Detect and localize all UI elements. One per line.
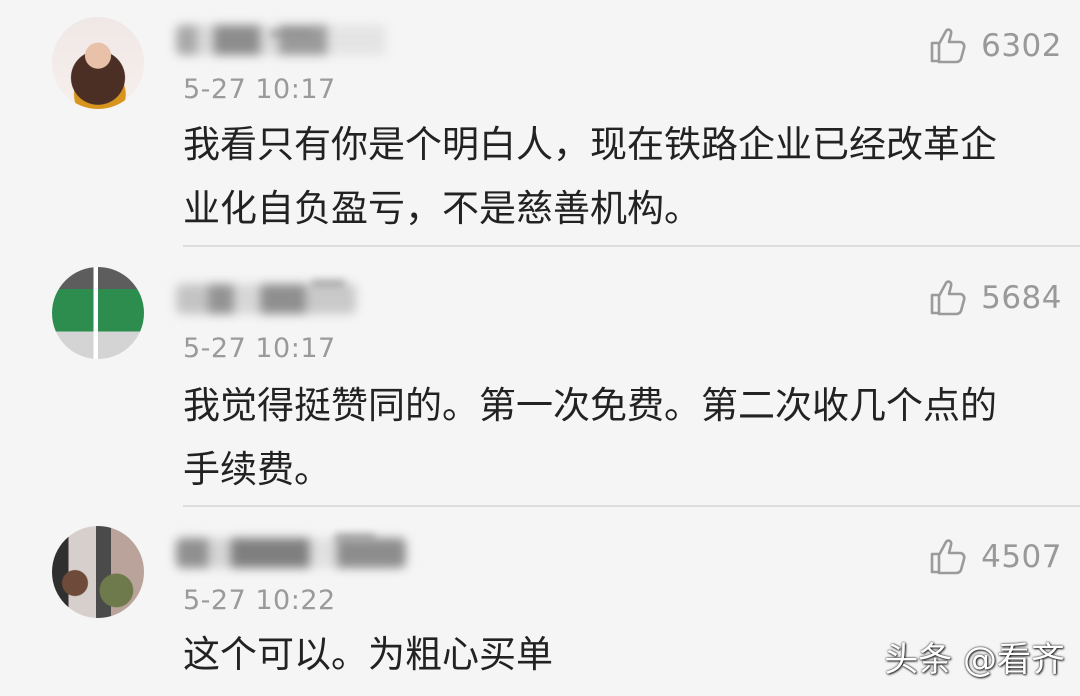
comment-divider bbox=[183, 245, 1080, 247]
user-avatar[interactable] bbox=[52, 17, 144, 109]
like-count: 6302 bbox=[981, 28, 1062, 64]
comment-time: 5-27 10:17 bbox=[183, 74, 336, 105]
like-button[interactable]: 5684 bbox=[927, 277, 1062, 319]
username-blur bbox=[176, 284, 356, 314]
username-blur-mark bbox=[311, 280, 345, 287]
comment-list: 5-27 10:17 我看只有你是个明白人，现在铁路企业已经改革企 业化自负盈亏… bbox=[0, 0, 1080, 696]
username-blur bbox=[176, 538, 406, 568]
comment-text: 我觉得挺赞同的。第一次免费。第二次收几个点的 手续费。 bbox=[183, 384, 997, 491]
like-count: 5684 bbox=[981, 280, 1062, 316]
username-blur-mark bbox=[335, 534, 375, 541]
user-avatar[interactable] bbox=[52, 267, 144, 359]
thumbs-up-icon bbox=[927, 26, 967, 66]
user-avatar[interactable] bbox=[52, 526, 144, 618]
like-button[interactable]: 4507 bbox=[927, 536, 1062, 578]
comment-text: 我看只有你是个明白人，现在铁路企业已经改革企 业化自负盈亏，不是慈善机构。 bbox=[183, 123, 997, 230]
comment-time: 5-27 10:17 bbox=[183, 333, 336, 364]
thumbs-up-icon bbox=[927, 537, 967, 577]
like-button[interactable]: 6302 bbox=[927, 25, 1062, 67]
source-watermark: 头条 @看齐 bbox=[884, 640, 1065, 680]
comment-time: 5-27 10:22 bbox=[183, 585, 336, 616]
like-count: 4507 bbox=[981, 539, 1062, 575]
username-blur bbox=[176, 25, 386, 55]
comment-divider bbox=[183, 505, 1080, 507]
username-blur-mark bbox=[270, 31, 312, 37]
thumbs-up-icon bbox=[927, 278, 967, 318]
